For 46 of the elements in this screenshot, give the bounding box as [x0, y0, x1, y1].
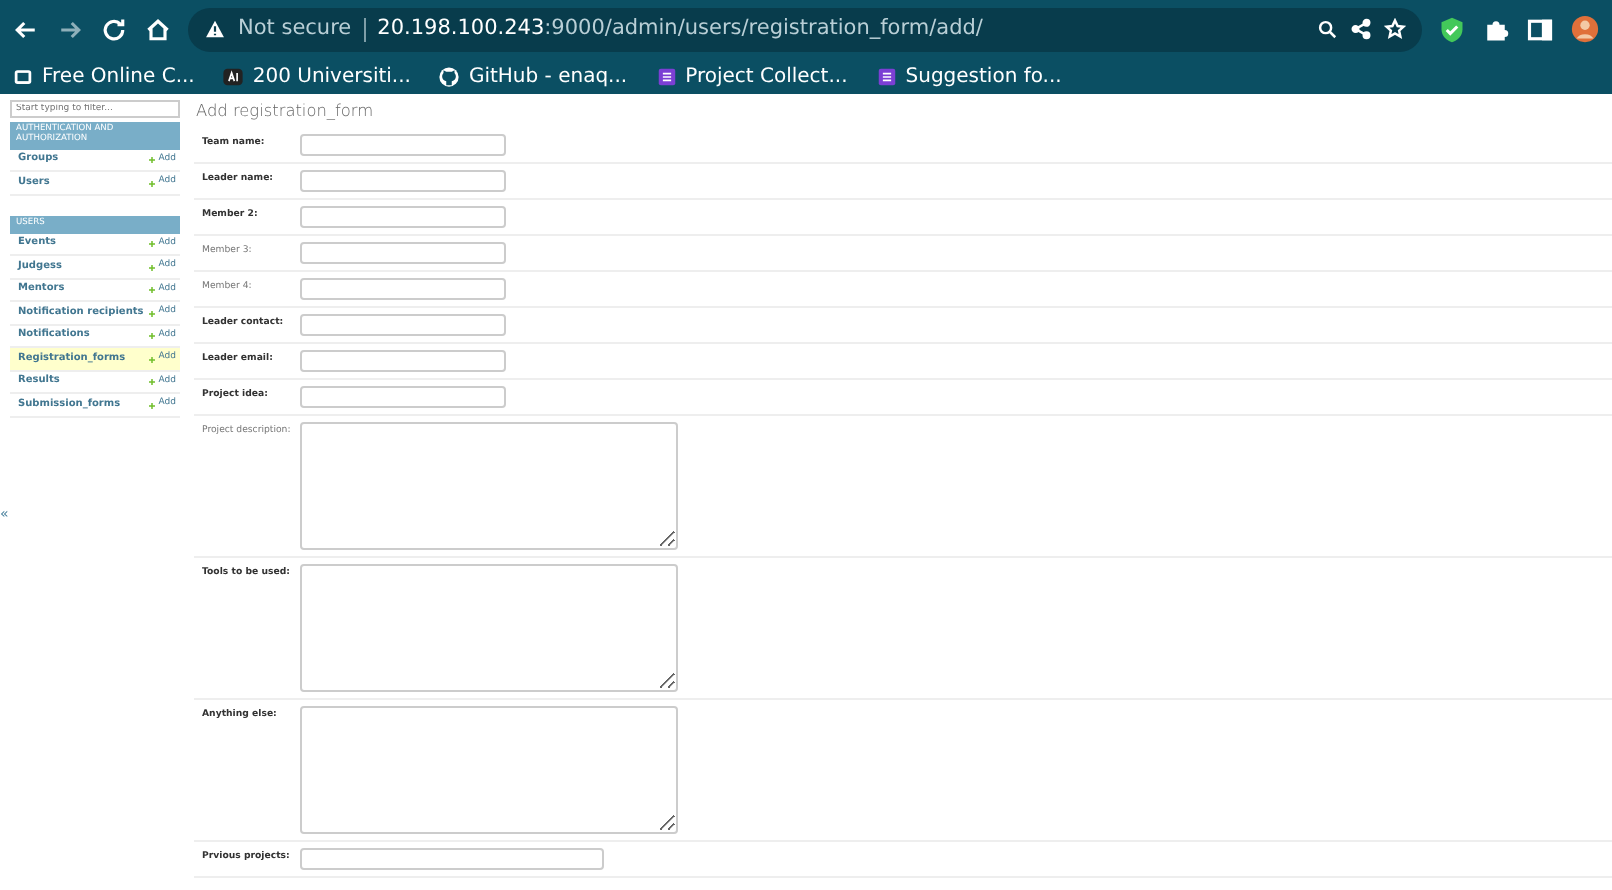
input-field[interactable] — [300, 205, 506, 228]
avatar-icon[interactable] — [1570, 14, 1600, 44]
shield-icon[interactable] — [1438, 15, 1466, 43]
text-area[interactable] — [300, 705, 678, 834]
share-icon[interactable] — [1350, 18, 1372, 40]
input-field[interactable] — [300, 241, 506, 264]
plus-icon — [148, 263, 157, 272]
bookmark[interactable]: Project Collect... — [655, 61, 848, 91]
plus-icon — [148, 355, 157, 364]
plus-icon — [148, 240, 157, 249]
input-field[interactable] — [300, 847, 604, 870]
input-field[interactable] — [300, 169, 506, 192]
puzzle-icon[interactable] — [1482, 15, 1510, 43]
plus-icon — [148, 156, 157, 165]
url-text: 20.198.100.243:9000/admin/users/registration_form/add/ — [377, 13, 983, 44]
input-field[interactable] — [300, 133, 506, 156]
logo-icon — [222, 65, 245, 87]
home-icon[interactable] — [144, 15, 172, 43]
security-label: Not secure — [238, 13, 352, 44]
bookmark[interactable]: Free Online C... — [12, 61, 195, 91]
plus-icon — [148, 286, 157, 295]
plus-icon — [148, 179, 157, 188]
input-field[interactable] — [300, 349, 506, 372]
plus-icon — [148, 309, 157, 318]
bookmark[interactable]: Suggestion fo... — [875, 61, 1062, 91]
star-icon[interactable] — [1384, 18, 1406, 40]
sidebar-icon[interactable] — [1526, 15, 1554, 43]
plus-icon — [148, 378, 157, 387]
page-title: Add registration_form — [196, 102, 376, 122]
bookmark[interactable]: 200 Universiti... — [222, 61, 411, 91]
reload-icon[interactable] — [100, 15, 128, 43]
screen-icon — [12, 65, 34, 87]
plus-icon — [148, 401, 157, 410]
plus-icon — [148, 332, 157, 341]
zoom-icon[interactable] — [1316, 18, 1338, 40]
form-icon — [875, 65, 898, 87]
form-icon — [655, 65, 678, 87]
bookmark[interactable]: GitHub - enaq... — [438, 61, 628, 91]
github-icon — [438, 65, 461, 87]
text-area[interactable] — [300, 563, 678, 692]
input-field[interactable] — [300, 277, 506, 300]
input-field[interactable] — [300, 313, 506, 336]
warning-icon — [204, 18, 226, 40]
address-bar[interactable]: Not secure 20.198.100.243:9000/admin/users/registration_form/add/ — [188, 7, 1422, 51]
input-field[interactable] — [300, 385, 506, 408]
text-area[interactable] — [300, 421, 678, 550]
